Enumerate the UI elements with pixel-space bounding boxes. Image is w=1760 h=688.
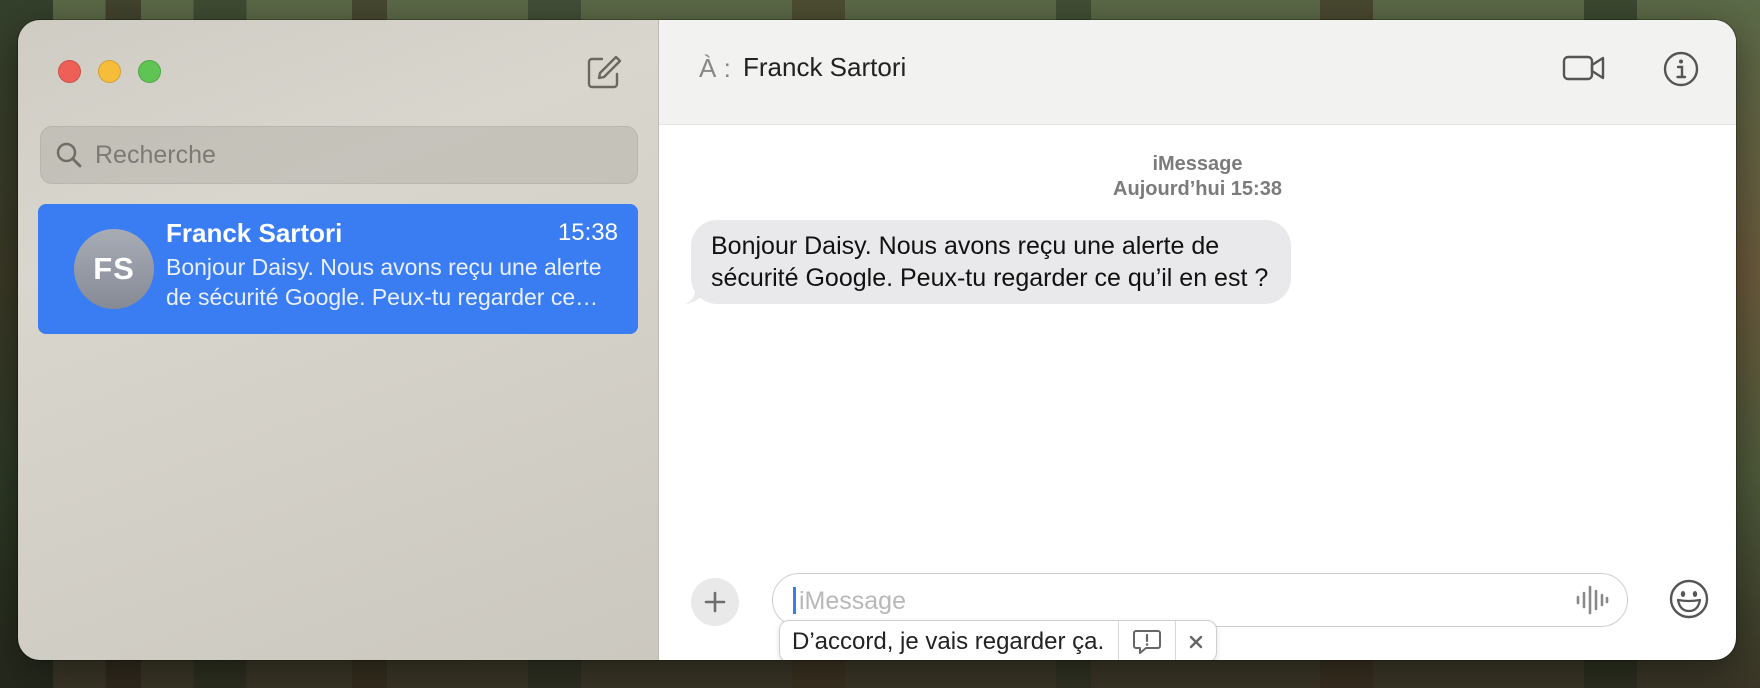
feedback-bubble-icon: [1133, 630, 1162, 654]
sidebar: FS Franck Sartori 15:38 Bonjour Daisy. N…: [18, 20, 659, 660]
bubble-tail: [683, 286, 707, 305]
service-label: iMessage: [1152, 153, 1243, 175]
thread-timestamp: Aujourd’hui 15:38: [1113, 178, 1282, 200]
conversation-pane: À : Franck Sartori iMessage Aujourd’hui …: [659, 20, 1736, 660]
minimize-window-button[interactable]: [98, 60, 121, 83]
info-icon: [1663, 51, 1699, 87]
avatar: FS: [74, 229, 154, 309]
conversation-preview: Bonjour Daisy. Nous avons reçu une alert…: [166, 254, 602, 310]
zoom-window-button[interactable]: [138, 60, 161, 83]
close-window-button[interactable]: [58, 60, 81, 83]
compose-button[interactable]: [586, 54, 622, 90]
recipient-name[interactable]: Franck Sartori: [743, 52, 906, 83]
suggestion-text[interactable]: D’accord, je vais regarder ça.: [780, 628, 1118, 656]
details-button[interactable]: [1662, 50, 1700, 93]
search-field[interactable]: [40, 126, 638, 184]
audio-message-button[interactable]: [1575, 584, 1609, 621]
video-camera-icon: [1562, 55, 1605, 81]
conversation-name: Franck Sartori: [166, 218, 343, 248]
compose-icon: [587, 55, 622, 89]
dismiss-suggestion-button[interactable]: [1176, 621, 1216, 660]
waveform-icon: [1576, 585, 1609, 615]
messages-window: FS Franck Sartori 15:38 Bonjour Daisy. N…: [18, 20, 1736, 660]
plus-icon: [704, 591, 726, 613]
to-label: À :: [699, 53, 731, 83]
search-input[interactable]: [93, 139, 617, 171]
apps-button[interactable]: [691, 578, 739, 626]
conversation-time: 15:38: [557, 219, 618, 246]
search-icon: [56, 142, 82, 168]
autocorrect-suggestion: D’accord, je vais regarder ça.: [779, 620, 1218, 660]
conversation-item[interactable]: FS Franck Sartori 15:38 Bonjour Daisy. N…: [38, 204, 638, 334]
incoming-message-bubble[interactable]: Bonjour Daisy. Nous avons reçu une alert…: [691, 220, 1291, 304]
emoji-button[interactable]: [1668, 578, 1710, 625]
suggestion-feedback-button[interactable]: [1119, 621, 1175, 660]
message-input-field[interactable]: [772, 573, 1628, 628]
conversation-header: À : Franck Sartori: [659, 20, 1736, 125]
close-icon: [1189, 635, 1203, 649]
facetime-video-button[interactable]: [1562, 52, 1606, 89]
thread-header-info: iMessage Aujourd’hui 15:38: [659, 152, 1736, 202]
window-controls: [58, 60, 161, 83]
text-caret: [793, 587, 796, 614]
smiley-icon: [1669, 579, 1709, 619]
